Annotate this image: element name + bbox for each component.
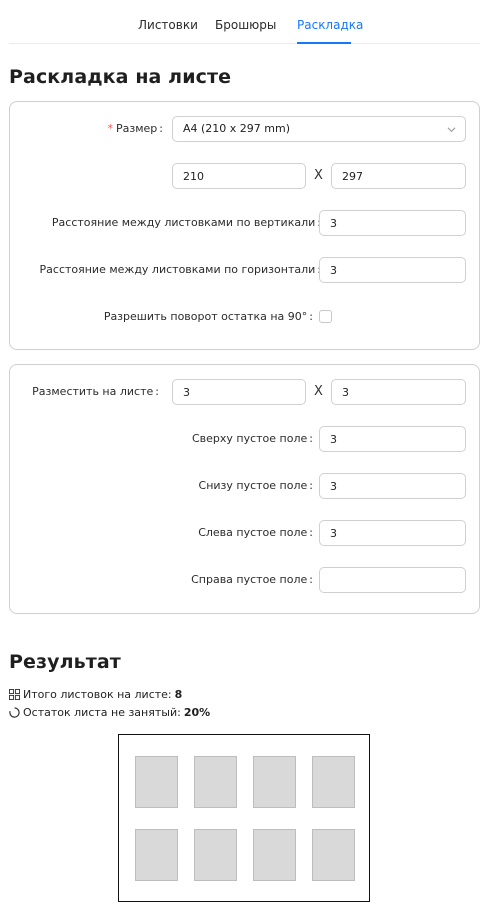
left-margin-input[interactable] <box>319 520 466 546</box>
top-margin-input[interactable] <box>319 426 466 452</box>
waste-line: Остаток листа не занятый: 20% <box>9 704 210 720</box>
height-input[interactable] <box>331 163 466 189</box>
tab-layout[interactable]: Раскладка <box>297 18 363 32</box>
loading-circle-icon <box>9 706 20 718</box>
leaflet-cell <box>312 756 355 808</box>
result-title: Результат <box>9 651 121 673</box>
rotate-checkbox[interactable] <box>319 310 332 323</box>
leaflet-cell <box>194 756 237 808</box>
right-margin-label: Справа пустое поле: <box>191 573 313 586</box>
total-leaflets-line: Итого листовок на листе: 8 <box>9 686 182 702</box>
place-rows-input[interactable] <box>331 379 466 405</box>
rotate-label: Разрешить поворот остатка на 90°: <box>103 310 313 323</box>
leaflet-cell <box>135 756 178 808</box>
waste-value: 20% <box>183 705 211 719</box>
place-cols-input[interactable] <box>172 379 306 405</box>
total-leaflets-label: Итого листовок на листе: <box>23 687 172 701</box>
place-separator: X <box>314 384 323 399</box>
required-mark: * <box>107 122 114 135</box>
page-title: Раскладка на листе <box>9 66 232 88</box>
sheet-preview <box>118 734 370 902</box>
leaflet-cell <box>135 829 178 881</box>
size-select[interactable]: A4 (210 x 297 mm) <box>172 116 466 142</box>
tab-brochures[interactable]: Брошюры <box>215 18 276 32</box>
place-on-sheet-label-text: Разместить на листе <box>32 385 154 398</box>
place-on-sheet-label: Разместить на листе: <box>32 385 159 398</box>
width-input[interactable] <box>172 163 306 189</box>
leaflet-cell <box>194 829 237 881</box>
size-select-value: A4 (210 x 297 mm) <box>183 122 291 135</box>
horizontal-gap-label: Расстояние между листовками по горизонта… <box>40 257 321 283</box>
bottom-margin-input[interactable] <box>319 473 466 499</box>
bottom-margin-label-text: Снизу пустое поле <box>198 479 308 492</box>
rotate-label-text: Разрешить поворот остатка на 90° <box>103 310 308 323</box>
tab-leaflets[interactable]: Листовки <box>138 18 198 32</box>
right-margin-label-text: Справа пустое поле <box>191 573 308 586</box>
horizontal-gap-input[interactable] <box>319 257 466 283</box>
bottom-margin-label: Снизу пустое поле: <box>198 479 313 492</box>
top-margin-label-text: Сверху пустое поле <box>191 432 308 445</box>
vertical-gap-input[interactable] <box>319 210 466 236</box>
leaflet-cell <box>253 756 296 808</box>
chevron-down-icon <box>447 127 456 133</box>
left-margin-label-text: Слева пустое поле <box>198 526 308 539</box>
right-margin-input[interactable] <box>319 567 466 593</box>
active-tab-indicator <box>297 42 351 44</box>
margins-card: Разместить на листе: X Сверху пустое пол… <box>9 364 480 614</box>
horizontal-gap-label-text: Расстояние между листовками по горизонта… <box>39 263 316 276</box>
size-label-text: Размер <box>116 122 158 135</box>
vertical-gap-label: Расстояние между листовками по вертикали… <box>52 210 321 236</box>
dimension-separator: X <box>314 168 323 183</box>
tab-bar: Листовки Брошюры Раскладка <box>9 0 480 44</box>
leaflet-cell <box>312 829 355 881</box>
total-leaflets-value: 8 <box>174 687 183 701</box>
leaflet-cell <box>253 829 296 881</box>
top-margin-label: Сверху пустое поле: <box>191 432 313 445</box>
vertical-gap-label-text: Расстояние между листовками по вертикали <box>51 216 316 229</box>
size-label: * Размер: <box>107 122 164 135</box>
grid-icon <box>9 688 20 700</box>
waste-label: Остаток листа не занятый: <box>23 705 181 719</box>
left-margin-label: Слева пустое поле: <box>198 526 313 539</box>
layout-settings-card: *Размер: A4 (210 x 297 mm) X Расстояние … <box>9 101 480 350</box>
